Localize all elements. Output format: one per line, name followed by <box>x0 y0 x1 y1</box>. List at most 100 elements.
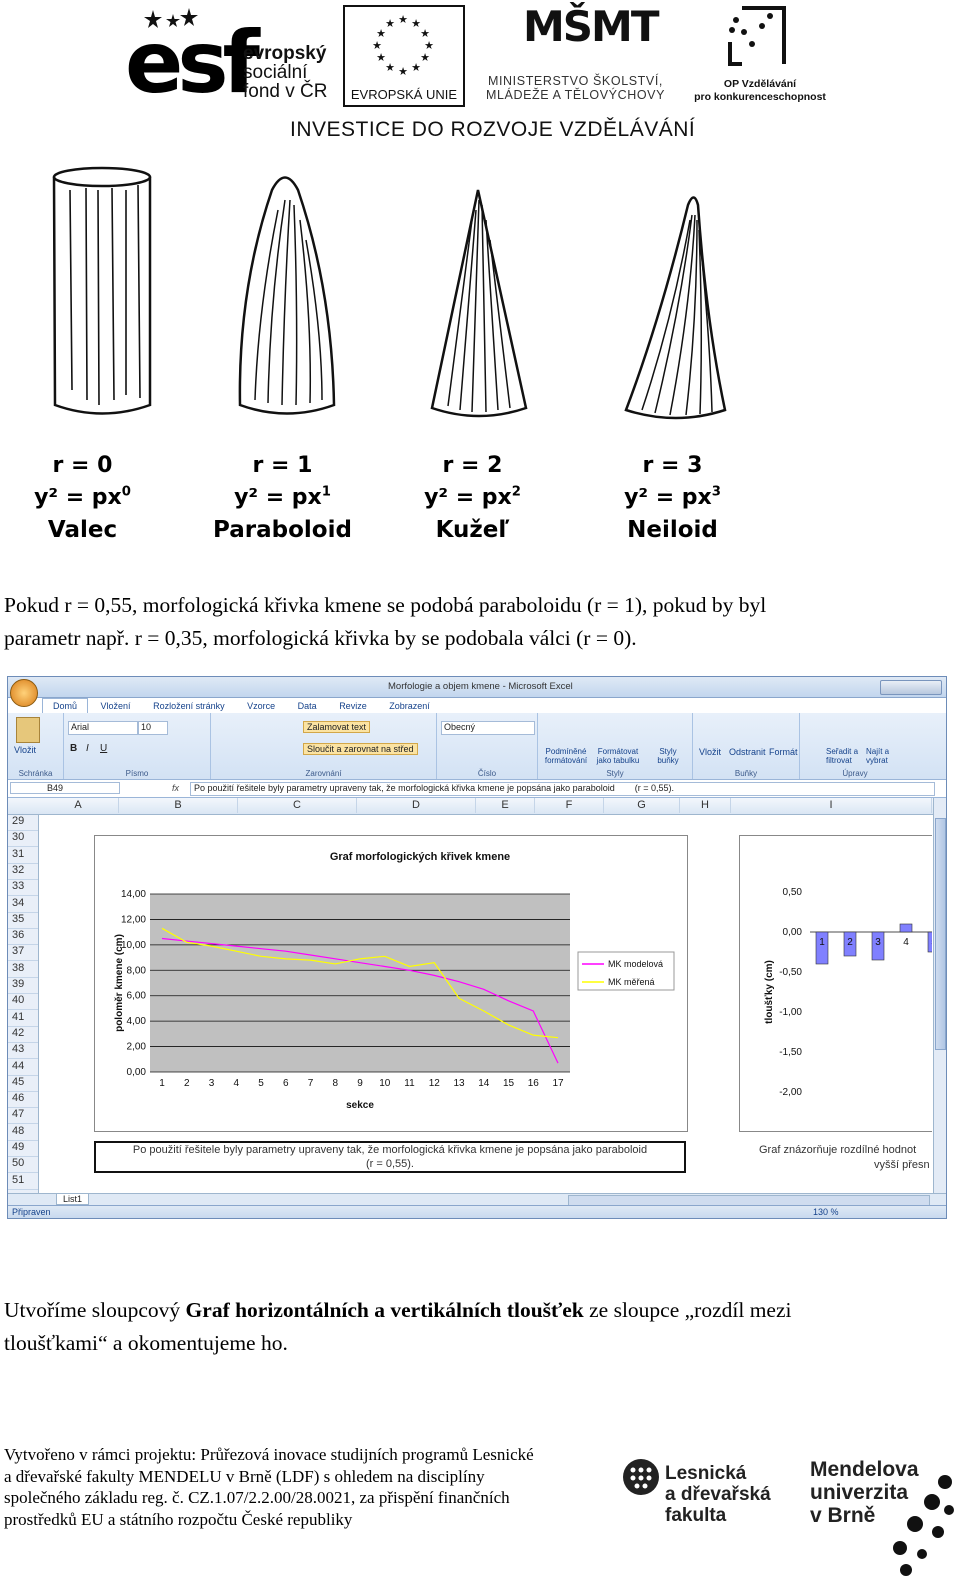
fx-icon[interactable]: fx <box>172 783 179 793</box>
bold-button[interactable]: B <box>70 743 77 754</box>
row-number[interactable]: 36 <box>8 929 38 946</box>
shape-r: r = 1 <box>252 453 313 478</box>
row-number[interactable]: 33 <box>8 880 38 897</box>
row-number[interactable]: 35 <box>8 913 38 929</box>
office-button[interactable] <box>10 679 38 707</box>
bar-category-label: 5 <box>931 937 932 948</box>
x-tick-label: 5 <box>258 1078 264 1089</box>
group-clipboard: Vložit Schránka <box>8 713 64 779</box>
vertical-scrollbar[interactable] <box>933 798 946 1193</box>
sheet-tab-list1[interactable]: List1 <box>56 1194 90 1205</box>
conditional-format-button[interactable]: Podmíněné formátování <box>542 747 590 765</box>
find-select-button[interactable]: Najít a vybrat <box>866 747 900 765</box>
x-tick-label: 17 <box>552 1078 564 1089</box>
x-tick-label: 6 <box>283 1078 289 1089</box>
column-G[interactable]: G <box>604 798 680 813</box>
row-number[interactable]: 39 <box>8 978 38 994</box>
row-number[interactable]: 31 <box>8 848 38 864</box>
row-number[interactable]: 30 <box>8 831 38 848</box>
paste-label: Vložit <box>14 745 37 755</box>
paste-button[interactable] <box>16 717 40 743</box>
column-D[interactable]: D <box>357 798 476 813</box>
x-tick-label: 7 <box>308 1078 314 1089</box>
svg-text:★: ★ <box>398 65 408 77</box>
column-C[interactable]: C <box>238 798 357 813</box>
shape-name: Paraboloid <box>213 516 352 543</box>
tab-review[interactable]: Revize <box>329 699 377 713</box>
y-tick-label: 8,00 <box>127 965 147 976</box>
row-number[interactable]: 45 <box>8 1076 38 1092</box>
underline-button[interactable]: U <box>100 743 107 754</box>
excel-window: Morfologie a objem kmene - Microsoft Exc… <box>7 676 947 1219</box>
ldf-logo: Lesnická a dřevařská fakulta <box>622 1454 792 1534</box>
row-number[interactable]: 29 <box>8 815 38 831</box>
scroll-thumb[interactable] <box>935 818 946 1050</box>
tab-view[interactable]: Zobrazení <box>379 699 440 713</box>
format-table-button[interactable]: Formátovat jako tabulku <box>594 747 642 765</box>
svg-text:★: ★ <box>385 17 395 30</box>
tab-insert[interactable]: Vložení <box>91 699 141 713</box>
paragraph-2-line-2: tloušťkami“ a okomentujeme ho. <box>4 1331 288 1355</box>
svg-text:★: ★ <box>385 61 395 74</box>
bar-category-label: 1 <box>819 937 825 948</box>
column-B[interactable]: B <box>119 798 238 813</box>
column-I[interactable]: I <box>731 798 932 813</box>
font-name-select[interactable]: Arial <box>68 721 138 735</box>
number-format-select[interactable]: Obecný <box>441 721 535 735</box>
italic-button[interactable]: I <box>86 743 89 754</box>
bar-category-label: 3 <box>875 937 881 948</box>
group-editing: Seřadit a filtrovat Najít a vybrat Úprav… <box>800 713 910 779</box>
paragraph-1-line: Pokud r = 0,55, morfologická křivka kmen… <box>4 593 767 617</box>
sheet-area[interactable]: Graf morfologických křivek kmene 0,00 2,00… <box>39 815 932 1193</box>
right-note-line-2: vyšší přesn <box>874 1159 930 1171</box>
insert-cells-button[interactable]: Vložit <box>699 747 721 757</box>
row-number[interactable]: 42 <box>8 1027 38 1043</box>
sort-filter-button[interactable]: Seřadit a filtrovat <box>826 747 860 765</box>
msmt-text-1: MINISTERSTVO ŠKOLSTVÍ, <box>487 74 664 88</box>
footer-text: Vytvořeno v rámci projektu: Průřezová in… <box>4 1444 614 1530</box>
mendelu-logo: Mendelova univerzita v Brně <box>810 1458 955 1578</box>
zoom-level[interactable]: 130 % <box>813 1207 839 1217</box>
row-number[interactable]: 32 <box>8 864 38 880</box>
column-E[interactable]: E <box>476 798 535 813</box>
esf-logo: esf evropský sociální fond v ČR <box>125 8 335 108</box>
column-A[interactable]: A <box>38 798 119 813</box>
window-controls[interactable] <box>880 680 942 695</box>
row-number[interactable]: 50 <box>8 1157 38 1174</box>
tab-home[interactable]: Domů <box>42 698 89 713</box>
font-size-select[interactable]: 10 <box>138 721 168 735</box>
row-number[interactable]: 49 <box>8 1141 38 1157</box>
row-number[interactable]: 40 <box>8 994 38 1011</box>
row-number[interactable]: 34 <box>8 897 38 913</box>
wrap-text-button[interactable]: Zalamovat text <box>303 721 371 733</box>
row-number[interactable]: 43 <box>8 1043 38 1060</box>
row-number[interactable]: 41 <box>8 1011 38 1027</box>
paragraph-2: Utvoříme sloupcový Graf horizontálních a… <box>4 1294 954 1360</box>
column-F[interactable]: F <box>535 798 604 813</box>
neiloid-drawing <box>624 196 727 420</box>
y-tick-label: 14,00 <box>121 889 146 900</box>
tab-data[interactable]: Data <box>288 699 327 713</box>
msmt-mark: MŠMT <box>523 2 659 51</box>
name-box[interactable]: B49 <box>10 782 120 794</box>
footer-line: a dřevařské fakulty MENDELU v Brně (LDF)… <box>4 1466 485 1486</box>
row-number[interactable]: 48 <box>8 1125 38 1141</box>
row-number[interactable]: 38 <box>8 962 38 978</box>
column-H[interactable]: H <box>680 798 731 813</box>
delete-cells-button[interactable]: Odstranit <box>729 747 766 757</box>
cell-styles-button[interactable]: Styly buňky <box>648 747 688 765</box>
row-number[interactable]: 51 <box>8 1174 38 1190</box>
row-number[interactable]: 37 <box>8 945 38 962</box>
chart-morphology[interactable]: Graf morfologických křivek kmene 0,00 2,00… <box>94 835 688 1132</box>
row-number[interactable]: 47 <box>8 1108 38 1125</box>
formula-input[interactable]: Po použití řešitele byly parametry uprav… <box>190 782 935 796</box>
tab-formulas[interactable]: Vzorce <box>237 699 285 713</box>
tab-page-layout[interactable]: Rozložení stránky <box>143 699 235 713</box>
chart-thickness[interactable]: G0,500,00-0,50-1,00-1,50-2,00tloušťky (c… <box>739 835 932 1132</box>
group-styles: Podmíněné formátování Formátovat jako ta… <box>538 713 693 779</box>
merge-center-button[interactable]: Sloučit a zarovnat na střed <box>303 743 418 755</box>
row-number[interactable]: 46 <box>8 1092 38 1109</box>
svg-text:★: ★ <box>398 13 408 26</box>
row-number[interactable]: 44 <box>8 1060 38 1076</box>
format-cells-button[interactable]: Formát <box>769 747 798 757</box>
